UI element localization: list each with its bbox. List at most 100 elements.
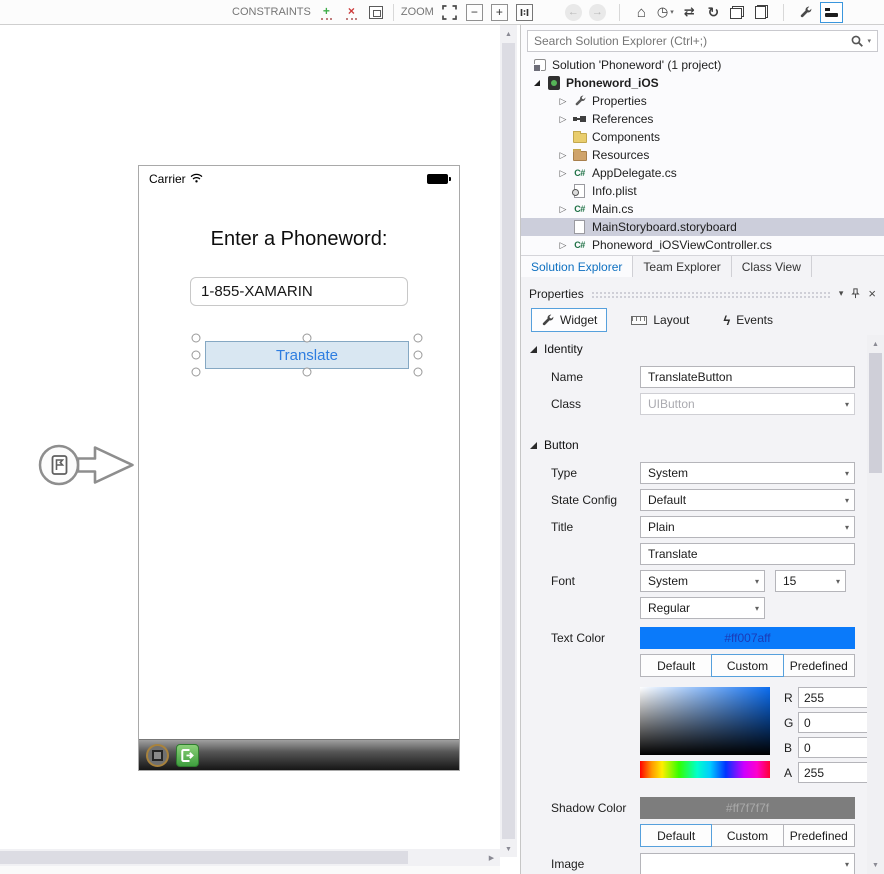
chevron-collapsed-icon[interactable]: ▷ [555,96,571,107]
hue-slider[interactable] [640,761,770,778]
storyboard-design-surface[interactable]: Carrier Enter a Phoneword: 1-855-XAMARIN… [0,25,520,874]
state-config-dropdown[interactable]: Default ▾ [640,489,855,511]
tab-class-view[interactable]: Class View [732,256,812,277]
tree-item-project[interactable]: Phoneword_iOS [521,74,884,92]
chevron-collapsed-icon[interactable]: ▷ [555,114,571,125]
forward-button[interactable]: → [588,2,607,22]
resize-frame-button[interactable] [367,2,386,22]
chevron-collapsed-icon[interactable]: ▷ [555,240,571,251]
selection-handle[interactable] [192,368,201,377]
section-identity[interactable]: Identity [521,335,867,361]
tree-item-viewcontroller[interactable]: ▷ C# Phoneword_iOSViewController.cs [521,236,884,254]
initial-view-controller-handle[interactable] [36,437,136,496]
tree-item-infoplist[interactable]: Info.plist [521,182,884,200]
chevron-expanded-icon[interactable] [529,80,545,86]
title-text-input[interactable] [640,543,855,565]
view-controller-canvas[interactable]: Carrier Enter a Phoneword: 1-855-XAMARIN… [138,165,460,771]
search-button[interactable]: ▾ [844,34,877,48]
tree-item-components[interactable]: Components [521,128,884,146]
close-icon[interactable]: × [868,286,876,301]
add-constraint-button[interactable]: + [317,2,336,22]
phoneword-heading-label[interactable]: Enter a Phoneword: [139,228,459,251]
pending-changes-filter-button[interactable]: ◷ ▾ [656,2,675,22]
properties-title-bar[interactable]: Properties ▾ × [521,283,884,304]
text-color-predefined-button[interactable]: Predefined [783,654,855,677]
scrollbar-thumb[interactable] [502,43,515,839]
back-button[interactable]: ← [564,2,583,22]
designer-vertical-scrollbar[interactable]: ▲ ▼ [500,25,517,857]
scroll-down-icon[interactable]: ▼ [867,857,884,873]
shadow-color-predefined-button[interactable]: Predefined [783,824,855,847]
chevron-collapsed-icon[interactable]: ▷ [555,204,571,215]
shadow-color-default-button[interactable]: Default [640,824,712,847]
home-button[interactable]: ⌂ [632,2,651,22]
tree-item-appdelegate[interactable]: ▷ C# AppDelegate.cs [521,164,884,182]
shadow-color-custom-button[interactable]: Custom [711,824,783,847]
font-name-dropdown[interactable]: System ▾ [640,570,765,592]
sync-with-active-document-button[interactable]: ⇄ [680,2,699,22]
zoom-fit-button[interactable] [440,2,459,22]
tree-item-solution[interactable]: Solution 'Phoneword' (1 project) [521,56,884,74]
tab-solution-explorer[interactable]: Solution Explorer [521,256,633,277]
class-dropdown[interactable]: UIButton ▾ [640,393,855,415]
type-dropdown[interactable]: System ▾ [640,462,855,484]
search-input[interactable] [528,34,844,48]
section-button[interactable]: Button [521,431,867,457]
tree-item-maincs[interactable]: ▷ C# Main.cs [521,200,884,218]
tree-item-properties[interactable]: ▷ Properties [521,92,884,110]
chevron-collapsed-icon[interactable]: ▷ [555,168,571,179]
pin-icon[interactable] [850,288,861,299]
window-position-icon[interactable]: ▾ [839,288,844,299]
chevron-collapsed-icon[interactable]: ▷ [555,150,571,161]
tree-item-mainstoryboard[interactable]: MainStoryboard.storyboard [521,218,884,236]
tab-layout[interactable]: Layout [621,308,699,332]
tab-widget[interactable]: Widget [531,308,607,332]
zoom-out-button[interactable]: − [465,2,484,22]
text-color-custom-button[interactable]: Custom [711,654,783,677]
saturation-brightness-picker[interactable] [640,687,770,755]
selection-handle[interactable] [192,334,201,343]
properties-vertical-scrollbar[interactable]: ▲ ▼ [867,335,884,874]
collapse-all-button[interactable] [728,2,747,22]
tree-item-resources[interactable]: ▷ Resources [521,146,884,164]
tab-events[interactable]: ϟ Events [713,308,783,332]
show-all-files-button[interactable] [752,2,771,22]
refresh-button[interactable]: ↻ [704,2,723,22]
alpha-input[interactable] [798,762,867,783]
preview-selected-items-button[interactable] [820,2,843,23]
designer-horizontal-scrollbar[interactable]: ▶ [0,849,500,866]
scrollbar-thumb[interactable] [0,851,408,864]
tab-team-explorer[interactable]: Team Explorer [633,256,731,277]
selection-handle[interactable] [192,351,201,360]
dashed-selection-icon[interactable] [146,744,169,767]
red-input[interactable] [798,687,867,708]
shadow-color-swatch[interactable]: #ff7f7f7f [640,797,855,819]
properties-tool-button[interactable] [796,2,815,22]
scroll-up-icon[interactable]: ▲ [867,336,884,352]
font-style-dropdown[interactable]: Regular ▾ [640,597,765,619]
translate-button[interactable]: Translate [205,341,409,369]
selection-handle[interactable] [414,351,423,360]
zoom-in-button[interactable]: + [490,2,509,22]
selection-handle[interactable] [414,334,423,343]
title-style-dropdown[interactable]: Plain ▾ [640,516,855,538]
tree-item-references[interactable]: ▷ References [521,110,884,128]
green-input[interactable] [798,712,867,733]
scroll-up-icon[interactable]: ▲ [500,26,517,42]
text-color-swatch[interactable]: #ff007aff [640,627,855,649]
image-dropdown[interactable]: ▾ [640,853,855,874]
blue-input[interactable] [798,737,867,758]
font-size-dropdown[interactable]: 15 ▾ [775,570,846,592]
exit-segue-icon[interactable] [176,744,199,767]
remove-constraint-button[interactable]: × [342,2,361,22]
translate-button-selection[interactable]: Translate [196,338,418,372]
phoneword-text-field[interactable]: 1-855-XAMARIN [190,277,408,306]
name-input[interactable] [640,366,855,388]
scroll-right-icon[interactable]: ▶ [483,849,500,866]
scroll-down-icon[interactable]: ▼ [500,841,517,857]
scrollbar-thumb[interactable] [869,353,882,473]
zoom-actual-size-button[interactable] [515,2,534,22]
selection-handle[interactable] [303,368,312,377]
selection-handle[interactable] [303,334,312,343]
text-color-default-button[interactable]: Default [640,654,712,677]
